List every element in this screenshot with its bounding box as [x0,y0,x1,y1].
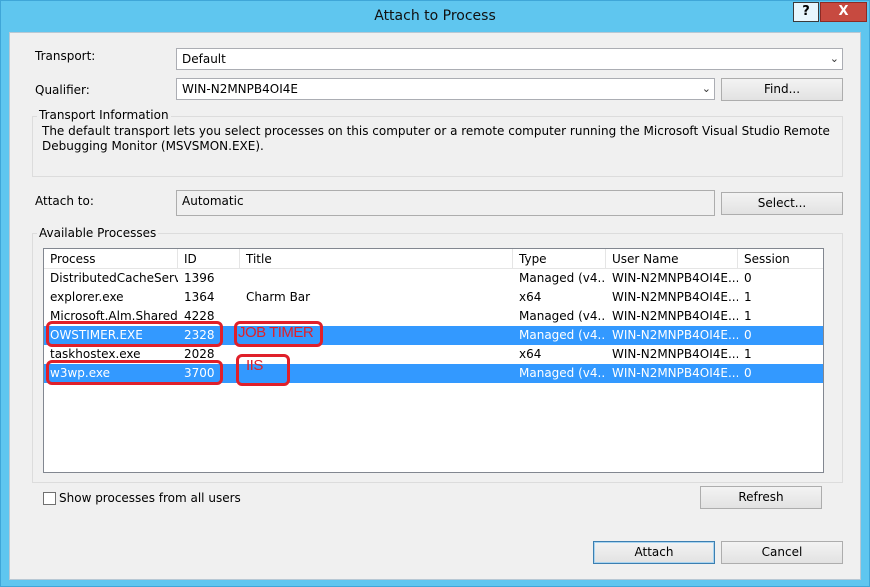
chevron-down-icon: ⌄ [829,52,839,65]
table-row-selected[interactable]: OWSTIMER.EXE 2328 Managed (v4.... WIN-N2… [44,326,823,345]
process-name: DistributedCacheServ... [50,271,178,285]
qualifier-label: Qualifier: [35,83,90,97]
help-button[interactable]: ? [793,2,819,22]
column-id[interactable]: ID [178,249,240,269]
transport-label: Transport: [35,49,96,63]
process-session: 0 [744,366,752,380]
process-title [240,345,513,364]
process-user: WIN-N2MNPB4OI4E... [612,309,738,323]
process-session: 1 [744,309,752,323]
available-processes-title: Available Processes [37,226,159,240]
table-row[interactable]: Microsoft.Alm.Shared... 4228 Managed (v4… [44,307,823,326]
table-row[interactable]: explorer.exe 1364 Charm Bar x64 WIN-N2MN… [44,288,823,307]
attach-to-field: Automatic [176,190,715,216]
process-type: x64 [519,290,542,304]
process-user: WIN-N2MNPB4OI4E... [612,328,738,342]
process-id: 4228 [184,309,215,323]
process-session: 0 [744,271,752,285]
attach-to-process-dialog: Attach to Process ? X Transport: Default… [0,0,870,587]
table-row[interactable]: DistributedCacheServ... 1396 Managed (v4… [44,269,823,288]
dialog-body: Transport: Default ⌄ Qualifier: WIN-N2MN… [9,32,861,580]
transport-select[interactable]: Default ⌄ [176,48,843,70]
select-button-label: Select... [757,196,807,210]
show-all-users-label[interactable]: Show processes from all users [59,491,241,505]
select-button[interactable]: Select... [721,192,843,215]
process-title [240,269,513,288]
find-button[interactable]: Find... [721,78,843,101]
process-id: 2028 [184,347,215,361]
column-user-name[interactable]: User Name [606,249,738,269]
process-user: WIN-N2MNPB4OI4E... [612,290,738,304]
process-title [240,364,513,383]
process-name: explorer.exe [50,290,124,304]
table-row-selected[interactable]: w3wp.exe 3700 Managed (v4.... WIN-N2MNPB… [44,364,823,383]
transport-value: Default [182,52,226,66]
process-session: 1 [744,290,752,304]
process-session: 0 [744,328,752,342]
qualifier-combo[interactable]: WIN-N2MNPB4OI4E ⌄ [176,78,715,100]
cancel-button-label: Cancel [761,545,803,559]
process-name: w3wp.exe [50,366,110,380]
annotation-iis-text: IIS [246,357,263,374]
annotation-job-timer-text: JOB TIMER [238,324,314,341]
column-session[interactable]: Session [738,249,823,269]
process-id: 3700 [184,366,215,380]
process-type: x64 [519,347,542,361]
process-list-header: Process ID Title Type User Name Session [44,249,823,269]
close-button[interactable]: X [820,2,867,22]
process-user: WIN-N2MNPB4OI4E... [612,347,738,361]
transport-info-text: The default transport lets you select pr… [42,124,830,153]
column-type[interactable]: Type [513,249,606,269]
process-type: Managed (v4.... [519,271,606,285]
process-name: taskhostex.exe [50,347,141,361]
attach-button[interactable]: Attach [593,541,715,564]
process-user: WIN-N2MNPB4OI4E... [612,271,738,285]
process-id: 1396 [184,271,215,285]
refresh-button-label: Refresh [738,490,784,504]
process-title: Charm Bar [246,290,311,304]
show-all-users-checkbox[interactable] [43,492,56,505]
qualifier-value: WIN-N2MNPB4OI4E [182,82,298,96]
title-bar[interactable]: Attach to Process ? X [1,1,869,32]
attach-to-value: Automatic [182,194,244,208]
column-title[interactable]: Title [240,249,513,269]
process-id: 1364 [184,290,215,304]
process-session: 1 [744,347,752,361]
refresh-button[interactable]: Refresh [700,486,822,509]
transport-info-title: Transport Information [37,108,171,122]
find-button-label: Find... [763,82,801,96]
process-type: Managed (v4.... [519,309,606,323]
column-process[interactable]: Process [44,249,178,269]
process-type: Managed (v4.... [519,366,606,380]
attach-to-label: Attach to: [35,194,94,208]
process-type: Managed (v4.... [519,328,606,342]
table-row[interactable]: taskhostex.exe 2028 x64 WIN-N2MNPB4OI4E.… [44,345,823,364]
window-title: Attach to Process [374,8,496,24]
process-user: WIN-N2MNPB4OI4E... [612,366,738,380]
attach-button-label: Attach [634,545,674,559]
process-list[interactable]: Process ID Title Type User Name Session … [43,248,824,473]
chevron-down-icon: ⌄ [701,82,711,95]
process-name: OWSTIMER.EXE [50,328,143,342]
process-name: Microsoft.Alm.Shared... [50,309,178,323]
process-id: 2328 [184,328,215,342]
cancel-button[interactable]: Cancel [721,541,843,564]
